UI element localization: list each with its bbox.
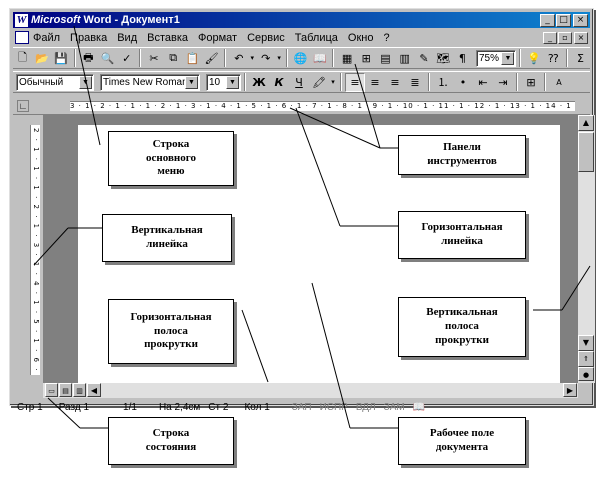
callout-document-area: Рабочее поле документа: [398, 417, 526, 465]
callout-vertical-scroll: Вертикальная полоса прокрутки: [398, 297, 526, 357]
leader-status-2: [47, 397, 81, 429]
leader-vscroll-2: [561, 265, 591, 311]
figure-frame: W Microsoft Word - Документ1 _ □ × Файл …: [0, 0, 609, 496]
callout-menu-line: Строка основного меню: [108, 131, 234, 186]
leader-hscroll: [241, 309, 269, 383]
leader-doc-2: [311, 282, 351, 429]
leader-hruler-2: [295, 107, 341, 227]
leader-toolbars-1: [354, 63, 381, 149]
callout-horizontal-ruler: Горизонтальная линейка: [398, 211, 526, 259]
leader-vruler-2: [33, 227, 69, 266]
callout-horizontal-scroll: Горизонтальная полоса прокрутки: [108, 299, 234, 364]
callout-status-line: Строка состояния: [108, 417, 234, 465]
callout-vertical-ruler: Вертикальная линейка: [102, 214, 232, 262]
callout-toolbars: Панели инструментов: [398, 135, 526, 175]
leader-menu: [73, 25, 101, 146]
